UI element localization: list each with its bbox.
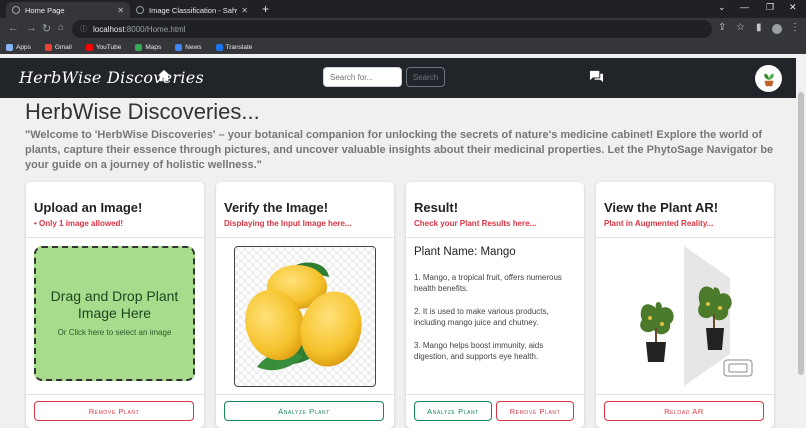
result-line: 1. Mango, a tropical fruit, offers numer… (414, 273, 562, 293)
share-icon[interactable]: ⇪ (718, 22, 726, 33)
plant-avatar-icon[interactable] (755, 65, 782, 92)
card-header: Upload an Image! • Only 1 image allowed! (26, 182, 204, 238)
search-input[interactable] (323, 67, 402, 87)
card-header: Verify the Image! Displaying the Input I… (216, 182, 394, 238)
dropzone-main-text: Drag and Drop Plant Image Here (50, 288, 179, 321)
home-icon[interactable] (157, 69, 171, 88)
home-icon[interactable]: ⌂ (58, 22, 64, 33)
card-subtitle: Displaying the Input Image here... (224, 219, 352, 228)
translate-icon (215, 43, 223, 51)
minimize-icon[interactable]: — (740, 2, 749, 12)
apps-grid-icon (6, 43, 13, 51)
url-path: :8000/Home.html (124, 24, 186, 34)
intro-text: "Welcome to 'HerbWise Discoveries' – you… (25, 129, 774, 171)
bookmark-label: Translate (225, 43, 253, 51)
gmail-icon (44, 43, 52, 51)
result-line: 2. It is used to make various products, … (414, 307, 549, 327)
bookmark-youtube[interactable]: YouTube (85, 43, 122, 51)
browser-tab-bar: Home Page ✕ Image Classification - Sahya… (0, 0, 806, 18)
bookmark-label: Gmail (54, 43, 72, 51)
analyze-plant-button[interactable]: Analyze Plant (414, 401, 492, 421)
card-footer: Reload AR (596, 394, 774, 428)
bookmark-label: Apps (16, 43, 31, 51)
tab-search-icon[interactable]: ⌄ (718, 2, 726, 13)
card-title: View the Plant AR! (604, 200, 719, 215)
url-host: localhost (93, 24, 125, 34)
forward-icon[interactable]: → (26, 22, 37, 34)
verify-card: Verify the Image! Displaying the Input I… (216, 182, 394, 428)
browser-tab-classification[interactable]: Image Classification - Sahyadri c ✕ (130, 2, 254, 18)
ar-card: View the Plant AR! Plant in Augmented Re… (596, 182, 774, 428)
browser-toolbar: ← → ↻ ⌂ ⓘ localhost:8000/Home.html ⇪ ☆ ▮… (0, 18, 806, 40)
card-subtitle: Check your Plant Results here... (414, 219, 537, 228)
card-subtitle: Plant in Augmented Reality... (604, 219, 714, 228)
page-title: HerbWise Discoveries... (25, 99, 260, 124)
tab-title: Image Classification - Sahyadri c (149, 5, 237, 15)
card-header: View the Plant AR! Plant in Augmented Re… (596, 182, 774, 238)
bookmark-gmail[interactable]: Gmail (44, 43, 72, 51)
input-image-preview (234, 246, 376, 387)
close-tab-icon[interactable]: ✕ (117, 6, 124, 15)
dropzone-sub-text: Or Click here to select an image (57, 328, 172, 337)
reload-icon[interactable]: ↻ (42, 22, 51, 35)
card-title: Upload an Image! (34, 200, 143, 215)
maps-icon (135, 43, 143, 51)
card-footer: Analyze Plant (216, 394, 394, 428)
address-bar[interactable]: ⓘ localhost:8000/Home.html (72, 20, 712, 38)
info-icon: ⓘ (80, 26, 87, 33)
new-tab-icon[interactable]: + (262, 2, 269, 16)
scrollbar-thumb[interactable] (798, 92, 804, 375)
site-brand[interactable]: HerbWise Discoveries (19, 68, 204, 87)
analyze-plant-button[interactable]: Analyze Plant (224, 401, 384, 421)
bookmark-maps[interactable]: Maps (135, 43, 162, 51)
bookmark-star-icon[interactable]: ☆ (736, 22, 745, 33)
side-panel-icon[interactable]: ▮ (756, 22, 762, 33)
ar-viewer[interactable] (596, 238, 774, 394)
plant-name: Plant Name: Mango (414, 246, 516, 258)
bookmark-label: YouTube (95, 43, 122, 51)
ar-plant-scene (640, 246, 753, 386)
youtube-icon (85, 43, 93, 51)
remove-plant-button[interactable]: Remove Plant (34, 401, 194, 421)
bookmark-apps[interactable]: Apps (6, 43, 31, 51)
bookmark-translate[interactable]: Translate (215, 43, 253, 51)
menu-kebab-icon[interactable]: ⋮ (790, 22, 800, 33)
result-line: 3. Mango helps boost immunity, aids dige… (414, 341, 544, 361)
globe-icon (12, 6, 20, 14)
remove-plant-button[interactable]: Remove Plant (496, 401, 574, 421)
card-header: Result! Check your Plant Results here... (406, 182, 584, 238)
browser-tab-home[interactable]: Home Page ✕ (6, 2, 130, 18)
back-icon[interactable]: ← (8, 22, 19, 34)
profile-icon[interactable] (772, 24, 782, 34)
news-icon (175, 43, 183, 51)
maximize-icon[interactable]: ❐ (766, 2, 774, 13)
card-title: Result! (414, 200, 459, 215)
search-button[interactable]: Search (406, 67, 445, 87)
bookmarks-bar: Apps Gmail YouTube Maps News Translate (0, 40, 806, 54)
site-navbar: HerbWise Discoveries Search (0, 58, 796, 98)
result-card: Result! Check your Plant Results here...… (406, 182, 584, 428)
mango-image (235, 247, 375, 386)
image-dropzone[interactable]: Drag and Drop Plant Image Here Or Click … (34, 246, 195, 381)
reload-ar-button[interactable]: Reload AR (604, 401, 764, 421)
chat-icon[interactable] (589, 70, 604, 89)
bookmark-label: News (185, 43, 202, 51)
card-footer: Analyze Plant Remove Plant (406, 394, 584, 428)
upload-card: Upload an Image! • Only 1 image allowed!… (26, 182, 204, 428)
card-footer: Remove Plant (26, 394, 204, 428)
bookmark-label: Maps (145, 43, 162, 51)
close-tab-icon[interactable]: ✕ (241, 6, 248, 15)
window-close-icon[interactable]: ✕ (789, 2, 797, 13)
globe-icon (136, 6, 144, 14)
tab-title: Home Page (25, 5, 65, 15)
card-title: Verify the Image! (224, 200, 329, 215)
result-body: Plant Name: Mango 1. Mango, a tropical f… (414, 246, 579, 374)
bookmark-news[interactable]: News (175, 43, 202, 51)
card-subtitle: • Only 1 image allowed! (34, 219, 124, 228)
